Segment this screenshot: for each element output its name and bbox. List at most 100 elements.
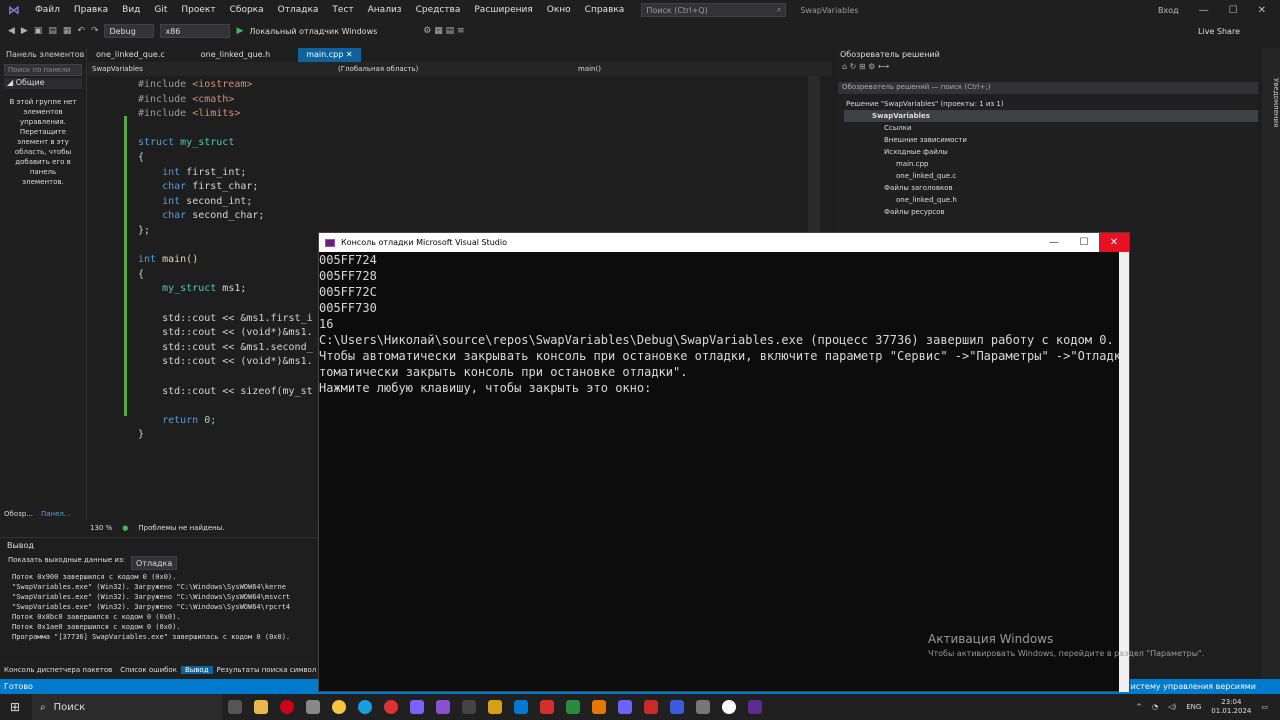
menu-item[interactable]: Сборка bbox=[223, 0, 271, 20]
console-minimize-icon[interactable]: — bbox=[1039, 233, 1069, 252]
nav-member[interactable]: main() bbox=[578, 65, 601, 73]
menu-item[interactable]: Проект bbox=[174, 0, 222, 20]
open-icon[interactable]: ▤ bbox=[48, 26, 57, 36]
tree-external-deps[interactable]: Внешние зависимости bbox=[884, 134, 967, 146]
platform-dropdown[interactable]: x86 bbox=[160, 24, 231, 38]
paint-icon[interactable] bbox=[592, 700, 606, 714]
toolbox-search-input[interactable]: Поиск по панели bbox=[4, 64, 82, 76]
menu-item[interactable]: Анализ bbox=[361, 0, 409, 20]
console-maximize-icon[interactable]: ☐ bbox=[1069, 233, 1099, 252]
headphones-icon[interactable] bbox=[410, 700, 424, 714]
notifications-rail[interactable]: Уведомления bbox=[1262, 48, 1280, 679]
close-icon[interactable]: ✕ bbox=[1258, 5, 1266, 16]
save-icon[interactable]: ▦ bbox=[63, 26, 72, 36]
bottom-panel-tabs: Консоль диспетчера пакетов Список ошибок… bbox=[0, 661, 320, 679]
tree-references[interactable]: Ссылки bbox=[884, 122, 912, 134]
forward-icon[interactable]: ▶ bbox=[21, 26, 28, 36]
nav-project[interactable]: SwapVariables bbox=[88, 65, 338, 73]
chrome-icon[interactable] bbox=[332, 700, 346, 714]
tree-header-files[interactable]: Файлы заголовков bbox=[884, 182, 953, 194]
code-token-b: my_struct bbox=[180, 137, 235, 149]
menu-item[interactable]: Отладка bbox=[271, 0, 326, 20]
output-source-dropdown[interactable]: Отладка bbox=[131, 556, 178, 570]
tab-find-symbol[interactable]: Результаты поиска символ bbox=[213, 666, 321, 674]
run-button[interactable]: Локальный отладчик Windows bbox=[249, 27, 377, 36]
media-icon[interactable] bbox=[722, 700, 736, 714]
config-dropdown[interactable]: Debug bbox=[104, 24, 155, 38]
menu-item[interactable]: Git bbox=[147, 0, 174, 20]
debug-tools-icon[interactable]: ⚙ ▦ ▤ ≡ bbox=[423, 26, 464, 36]
clock[interactable]: 23:04 01.01.2024 bbox=[1211, 698, 1251, 716]
tree-one-linked-que-c[interactable]: one_linked_que.c bbox=[896, 170, 956, 182]
app-green-icon[interactable] bbox=[566, 700, 580, 714]
console-close-icon[interactable]: ✕ bbox=[1099, 233, 1129, 252]
opera-icon[interactable] bbox=[280, 700, 294, 714]
edge-icon[interactable] bbox=[358, 700, 372, 714]
tree-main-cpp[interactable]: main.cpp bbox=[896, 158, 928, 170]
notifications-icon[interactable]: ▭ bbox=[1261, 703, 1268, 711]
menu-item[interactable]: Правка bbox=[67, 0, 115, 20]
mail-icon[interactable] bbox=[514, 700, 528, 714]
live-share-button[interactable]: Live Share bbox=[1198, 27, 1240, 36]
menu-item[interactable]: Расширения bbox=[467, 0, 539, 20]
app-purple-icon[interactable] bbox=[618, 700, 632, 714]
debug-console-window[interactable]: Консоль отладки Microsoft Visual Studio … bbox=[318, 232, 1130, 692]
menu-item[interactable]: Файл bbox=[28, 0, 67, 20]
home-icon[interactable]: ⌂ ↻ ⊞ ⚙ ⟷ bbox=[842, 62, 889, 71]
tree-solution[interactable]: Решение "SwapVariables" (проекты: 1 из 1… bbox=[846, 98, 1004, 110]
account-label[interactable]: Вход bbox=[1158, 6, 1179, 15]
tab-one-linked-que-c[interactable]: one_linked_que.c bbox=[88, 48, 173, 62]
undo-icon[interactable]: ↶ bbox=[77, 26, 85, 36]
console-title-bar[interactable]: Консоль отладки Microsoft Visual Studio … bbox=[319, 233, 1129, 252]
new-file-icon[interactable]: ▣ bbox=[34, 26, 43, 36]
settings-icon[interactable] bbox=[696, 700, 710, 714]
yandex-browser-icon[interactable] bbox=[540, 700, 554, 714]
zoom-level[interactable]: 130 % bbox=[90, 524, 112, 532]
menu-item[interactable]: Средства bbox=[409, 0, 468, 20]
terminal-icon[interactable] bbox=[462, 700, 476, 714]
menu-item[interactable]: Окно bbox=[540, 0, 578, 20]
tab-output[interactable]: Вывод bbox=[180, 666, 213, 674]
app-blue-icon[interactable] bbox=[670, 700, 684, 714]
minimize-icon[interactable]: — bbox=[1199, 5, 1209, 16]
folder-icon[interactable] bbox=[488, 700, 502, 714]
file-explorer-icon[interactable] bbox=[254, 700, 268, 714]
taskbar-search[interactable]: ⌕ Поиск bbox=[32, 694, 222, 720]
wifi-icon[interactable]: ◔ bbox=[1152, 703, 1158, 711]
search-box[interactable]: Поиск (Ctrl+Q) ⌕ bbox=[641, 3, 787, 17]
tab-one-linked-que-h[interactable]: one_linked_que.h bbox=[193, 48, 278, 62]
toolbox-group-general[interactable]: ◢ Общие bbox=[4, 78, 82, 89]
tab-package-manager[interactable]: Консоль диспетчера пакетов bbox=[0, 666, 116, 674]
windows-start-icon[interactable]: ⊞ bbox=[10, 700, 20, 714]
tray-arrow-icon[interactable]: ^ bbox=[1136, 703, 1142, 711]
solution-search-input[interactable]: Обозреватель решений — поиск (Ctrl+;) bbox=[838, 82, 1258, 94]
tree-source-files[interactable]: Исходные файлы bbox=[884, 146, 948, 158]
tree-project[interactable]: SwapVariables bbox=[844, 110, 1258, 122]
console-task-icon[interactable] bbox=[748, 700, 762, 714]
tree-one-linked-que-h[interactable]: one_linked_que.h bbox=[896, 194, 957, 206]
tab-error-list[interactable]: Список ошибок bbox=[116, 666, 181, 674]
visual-studio-icon[interactable] bbox=[436, 700, 450, 714]
video-icon[interactable] bbox=[644, 700, 658, 714]
app-icon[interactable] bbox=[306, 700, 320, 714]
solution-explorer-toolbar: ⌂ ↻ ⊞ ⚙ ⟷ bbox=[836, 62, 1260, 76]
tab-solution-explorer-short[interactable]: Обозр... bbox=[0, 508, 37, 520]
maximize-icon[interactable]: ☐ bbox=[1229, 5, 1238, 16]
back-icon[interactable]: ◀ bbox=[8, 26, 15, 36]
visual-studio-logo-icon[interactable]: ⋈ bbox=[0, 0, 28, 20]
language-indicator[interactable]: ENG bbox=[1186, 703, 1201, 711]
menu-item[interactable]: Тест bbox=[325, 0, 360, 20]
tab-toolbox-short[interactable]: Панел... bbox=[37, 508, 75, 520]
console-scrollbar[interactable] bbox=[1119, 252, 1129, 692]
redo-icon[interactable]: ↷ bbox=[91, 26, 99, 36]
tab-main-cpp[interactable]: main.cpp ✕ bbox=[298, 48, 361, 62]
solution-title: SwapVariables bbox=[800, 5, 859, 15]
tree-resource-files[interactable]: Файлы ресурсов bbox=[884, 206, 945, 218]
volume-icon[interactable]: ◁) bbox=[1168, 703, 1176, 711]
menu-item[interactable]: Справка bbox=[578, 0, 632, 20]
yandex-icon[interactable] bbox=[384, 700, 398, 714]
task-view-icon[interactable] bbox=[228, 700, 242, 714]
menu-item[interactable]: Вид bbox=[115, 0, 147, 20]
run-icon[interactable]: ▶ bbox=[236, 26, 243, 36]
nav-scope[interactable]: (Глобальная область) bbox=[338, 65, 578, 73]
